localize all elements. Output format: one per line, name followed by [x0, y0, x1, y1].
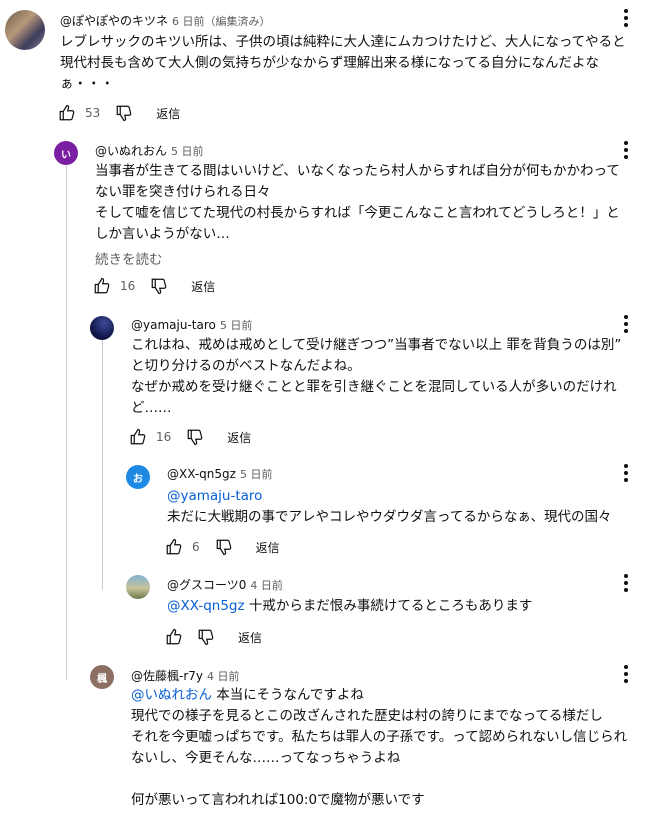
reply-button[interactable]: 返信	[238, 629, 262, 646]
comment-body: レブレサックのキツい所は、子供の頃は純粋に大人達にムカつけたけど、大人になってや…	[60, 34, 626, 92]
comment-author[interactable]: @いぬれおん	[95, 144, 167, 158]
comment-actions: 6 返信	[164, 535, 280, 559]
like-icon[interactable]	[164, 627, 184, 647]
read-more-link[interactable]: 続きを読む	[95, 248, 163, 268]
like-icon[interactable]	[57, 103, 77, 123]
avatar[interactable]	[5, 10, 45, 50]
avatar-letter: 楓	[97, 673, 107, 685]
avatar[interactable]	[90, 316, 114, 340]
reply-button[interactable]: 返信	[156, 105, 180, 122]
comment-body: 当事者が生きてる間はいいけど、いなくなったら村人からすれば自分が何もかかわってな…	[95, 163, 620, 242]
reply-button[interactable]: 返信	[256, 539, 280, 556]
comment-time[interactable]: 5 日前	[171, 145, 204, 158]
mention-link[interactable]: @XX-qn5gz	[167, 598, 245, 614]
comment-header: @佐藤楓-r7y 4 日前	[131, 667, 240, 684]
comment-text: 本当にそうなんですよね	[212, 687, 364, 703]
more-options-icon[interactable]	[616, 662, 636, 686]
like-count: 6	[192, 540, 200, 554]
comment-actions: 返信	[164, 625, 262, 649]
like-icon[interactable]	[164, 537, 184, 557]
thread-line	[66, 160, 67, 680]
comment-author[interactable]: @XX-qn5gz	[167, 467, 236, 481]
avatar[interactable]: 楓	[90, 665, 114, 689]
avatar-letter: お	[133, 473, 143, 485]
comment-time[interactable]: 5 日前	[220, 319, 253, 332]
comment-body: @XX-qn5gz 十戒からまだ恨み事続けてるところもあります	[167, 596, 532, 617]
dislike-icon[interactable]	[214, 537, 234, 557]
like-icon[interactable]	[128, 427, 148, 447]
comment-actions: 16 返信	[92, 274, 215, 298]
dislike-icon[interactable]	[149, 276, 169, 296]
avatar[interactable]: お	[126, 465, 150, 489]
comment-time[interactable]: 6 日前（編集済み）	[172, 15, 271, 28]
comment-body: これはね、戒めは戒めとして受け継ぎつつ”当事者でない以上 罪を背負うのは別” と切…	[131, 337, 622, 416]
more-options-icon[interactable]	[616, 138, 636, 162]
comment-header: @yamaju-taro 5 日前	[131, 317, 252, 333]
like-icon[interactable]	[92, 276, 112, 296]
mention-link[interactable]: @yamaju-taro	[167, 488, 262, 504]
more-options-icon[interactable]	[616, 6, 636, 30]
more-options-icon[interactable]	[616, 461, 636, 485]
more-options-icon[interactable]	[616, 571, 636, 595]
comment-text: 十戒からまだ恨み事続けてるところもあります	[244, 598, 533, 614]
comment-actions: 53 返信	[57, 101, 180, 125]
mention-link[interactable]: @いぬれおん	[131, 687, 212, 703]
like-count: 16	[120, 279, 136, 293]
like-count: 53	[85, 106, 101, 120]
comment-author[interactable]: @グスコーツ0	[167, 578, 246, 592]
comment-actions: 16 返信	[128, 425, 251, 449]
avatar-letter: い	[61, 149, 71, 161]
comment-time[interactable]: 5 日前	[240, 468, 273, 481]
reply-button[interactable]: 返信	[191, 278, 215, 295]
like-count: 16	[156, 430, 172, 444]
comment-time[interactable]: 4 日前	[250, 579, 283, 592]
reply-button[interactable]: 返信	[227, 429, 251, 446]
dislike-icon[interactable]	[185, 427, 205, 447]
comment-header: @ぽやぽやのキツネ 6 日前（編集済み）	[60, 12, 271, 29]
avatar[interactable]	[126, 575, 150, 599]
comment-header: @XX-qn5gz 5 日前	[167, 466, 272, 482]
comment-header: @いぬれおん 5 日前	[95, 142, 204, 159]
comment-body: @yamaju-taro 未だに大戦期の事でアレやコレやウダウダ言ってるからなぁ…	[167, 488, 612, 525]
dislike-icon[interactable]	[196, 627, 216, 647]
more-options-icon[interactable]	[616, 312, 636, 336]
comment-author[interactable]: @ぽやぽやのキツネ	[60, 14, 168, 28]
comment-header: @グスコーツ0 4 日前	[167, 576, 283, 593]
comment-author[interactable]: @yamaju-taro	[131, 318, 216, 332]
thread-line	[102, 340, 103, 590]
comment-author[interactable]: @佐藤楓-r7y	[131, 669, 203, 683]
avatar[interactable]: い	[54, 141, 78, 165]
comment-body: @いぬれおん 本当にそうなんですよね 現代での様子を見るとこの改ざんされた歴史は…	[131, 687, 628, 808]
dislike-icon[interactable]	[114, 103, 134, 123]
comment-time[interactable]: 4 日前	[207, 670, 240, 683]
